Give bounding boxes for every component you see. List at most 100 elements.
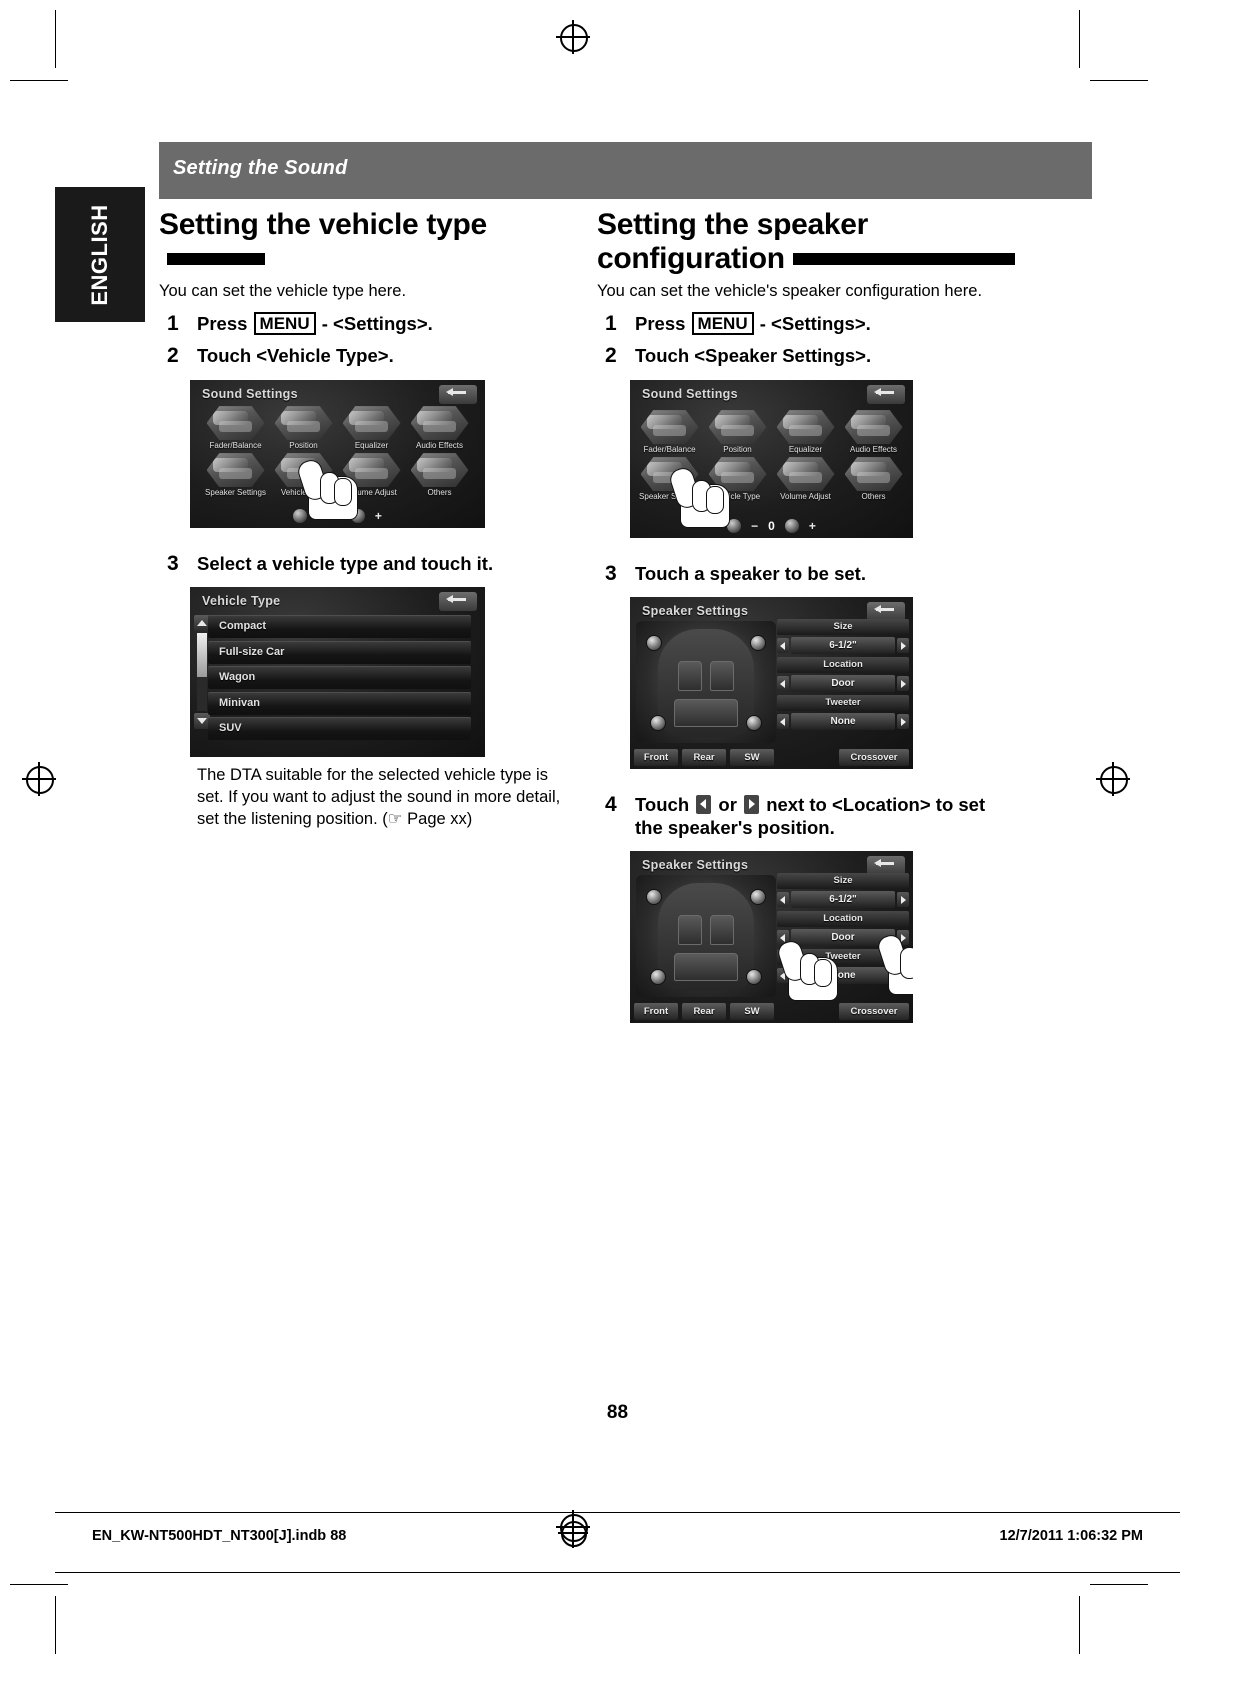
size-prev-arrow-icon[interactable] — [777, 892, 789, 908]
heading-rule — [167, 252, 265, 265]
hex-others[interactable]: Others — [409, 453, 471, 497]
left-step-2: 2 Touch <Vehicle Type>. — [159, 344, 559, 367]
button-front[interactable]: Front — [634, 1003, 678, 1021]
location-prev-arrow-icon[interactable] — [777, 930, 789, 946]
speaker-bottom-bar: Front Rear SW Crossover — [634, 749, 909, 767]
right-step-4: 4 Touch or next to <Location> to set the… — [597, 793, 1017, 839]
hex-label: Equalizer — [354, 441, 389, 451]
control-label-tweeter: Tweeter — [777, 695, 909, 712]
hex-row-1: Fader/Balance Position Equalizer Audio E… — [630, 410, 913, 454]
volume-bar: − 0 + — [190, 509, 485, 524]
scroll-thumb[interactable] — [197, 633, 207, 678]
hex-speaker-settings[interactable]: Speaker Settings — [639, 457, 701, 501]
volume-minus-label[interactable]: − — [751, 519, 758, 533]
tweeter-prev-arrow-icon[interactable] — [777, 714, 789, 730]
hex-label: Position — [723, 445, 752, 455]
size-next-arrow-icon[interactable] — [897, 638, 909, 654]
button-rear[interactable]: Rear — [682, 1003, 726, 1021]
right-lead-text: You can set the vehicle's speaker config… — [597, 282, 983, 301]
speaker-front-left-icon[interactable] — [646, 889, 662, 906]
volume-knob-left-icon[interactable] — [727, 519, 742, 534]
left-step-3: 3 Select a vehicle type and touch it. — [159, 552, 559, 575]
button-crossover[interactable]: Crossover — [839, 749, 909, 767]
speaker-front-left-icon[interactable] — [646, 635, 662, 652]
left-lead-text: You can set the vehicle type here. — [159, 282, 407, 301]
volume-plus-label[interactable]: + — [809, 519, 816, 533]
volume-knob-right-icon[interactable] — [784, 519, 799, 534]
screenshot-speaker-settings-2: Speaker Settings Size 6-1/2" Location Do… — [630, 851, 913, 1024]
size-prev-arrow-icon[interactable] — [777, 638, 789, 654]
hex-fader-balance[interactable]: Fader/Balance — [639, 410, 701, 454]
right-arrow-button-icon — [744, 795, 760, 815]
screen-title: Speaker Settings — [642, 858, 749, 873]
screenshot-sound-settings-right: Sound Settings Fader/Balance Position Eq… — [630, 380, 913, 539]
hex-position[interactable]: Position — [707, 410, 769, 454]
car-diagram[interactable] — [636, 875, 776, 998]
step-number: 1 — [167, 311, 179, 335]
hex-audio-effects[interactable]: Audio Effects — [409, 406, 471, 450]
left-step-1: 1 Press MENU - <Settings>. — [159, 311, 559, 335]
right-heading-line1: Setting the speaker — [597, 208, 869, 241]
hex-vehicle-type[interactable]: Vehicle Type — [273, 453, 335, 497]
control-value-size: 6-1/2" — [791, 637, 895, 655]
list-item[interactable]: Minivan — [208, 691, 471, 715]
location-next-arrow-icon[interactable] — [897, 930, 909, 946]
hex-label: Speaker Settings — [639, 492, 700, 502]
tweeter-next-arrow-icon[interactable] — [897, 714, 909, 730]
scroll-track[interactable] — [197, 633, 207, 712]
list-item[interactable]: SUV — [208, 717, 471, 741]
speaker-front-right-icon[interactable] — [750, 889, 766, 906]
volume-plus-label[interactable]: + — [375, 509, 382, 523]
hex-others[interactable]: Others — [843, 457, 905, 501]
hex-equalizer[interactable]: Equalizer — [775, 410, 837, 454]
hex-audio-effects[interactable]: Audio Effects — [843, 410, 905, 454]
seat-rear-bench — [674, 953, 738, 982]
speaker-rear-right-icon[interactable] — [746, 715, 762, 732]
location-prev-arrow-icon[interactable] — [777, 676, 789, 692]
crop-mark-tr-v — [1079, 10, 1080, 68]
speaker-bottom-bar: Front Rear SW Crossover — [634, 1003, 909, 1021]
volume-value: 0 — [334, 509, 341, 524]
left-note-text: The DTA suitable for the selected vehicl… — [197, 766, 561, 829]
tweeter-prev-arrow-icon[interactable] — [777, 968, 789, 984]
button-rear[interactable]: Rear — [682, 749, 726, 767]
speaker-front-right-icon[interactable] — [750, 635, 766, 652]
footer-timestamp: 12/7/2011 1:06:32 PM — [999, 1528, 1144, 1544]
list-item[interactable]: Wagon — [208, 666, 471, 690]
hex-equalizer[interactable]: Equalizer — [341, 406, 403, 450]
list-item[interactable]: Compact — [208, 615, 471, 639]
speaker-rear-right-icon[interactable] — [746, 969, 762, 986]
hex-vehicle-type[interactable]: Vehicle Type — [707, 457, 769, 501]
hex-fader-balance[interactable]: Fader/Balance — [205, 406, 267, 450]
button-sw[interactable]: SW — [730, 1003, 774, 1021]
car-diagram[interactable] — [636, 621, 776, 744]
hex-position[interactable]: Position — [273, 406, 335, 450]
back-arrow-icon[interactable] — [439, 385, 477, 405]
language-tab-label: ENGLISH — [87, 203, 112, 306]
button-front[interactable]: Front — [634, 749, 678, 767]
list-item[interactable]: Full-size Car — [208, 640, 471, 664]
button-sw[interactable]: SW — [730, 749, 774, 767]
menu-keycap: MENU — [691, 311, 754, 335]
hex-volume-adjust[interactable]: Volume Adjust — [775, 457, 837, 501]
manual-page: ENGLISH Setting the Sound Setting the ve… — [0, 0, 1235, 1690]
hex-row-2: Speaker Settings Vehicle Type Volume Adj… — [630, 457, 913, 501]
volume-minus-label[interactable]: − — [317, 509, 324, 523]
hex-label: Volume Adjust — [346, 488, 397, 498]
location-next-arrow-icon[interactable] — [897, 676, 909, 692]
size-next-arrow-icon[interactable] — [897, 892, 909, 908]
crop-mark-br-v — [1079, 1596, 1080, 1654]
back-arrow-icon[interactable] — [867, 385, 905, 405]
step-post: - <Settings>. — [321, 312, 433, 334]
screenshot-vehicle-type: Vehicle Type Compact Full-size Car Wagon… — [190, 587, 485, 758]
step-text: Press MENU - <Settings>. — [197, 311, 433, 335]
button-crossover[interactable]: Crossover — [839, 1003, 909, 1021]
hex-volume-adjust[interactable]: Volume Adjust — [341, 453, 403, 497]
hex-speaker-settings[interactable]: Speaker Settings — [205, 453, 267, 497]
tweeter-next-arrow-icon[interactable] — [897, 968, 909, 984]
step-text: Touch <Vehicle Type>. — [197, 344, 394, 366]
back-arrow-icon[interactable] — [439, 592, 477, 612]
hex-icon-grid: Fader/Balance Position Equalizer Audio E… — [190, 406, 485, 497]
volume-knob-right-icon[interactable] — [350, 509, 365, 524]
volume-knob-left-icon[interactable] — [293, 509, 308, 524]
